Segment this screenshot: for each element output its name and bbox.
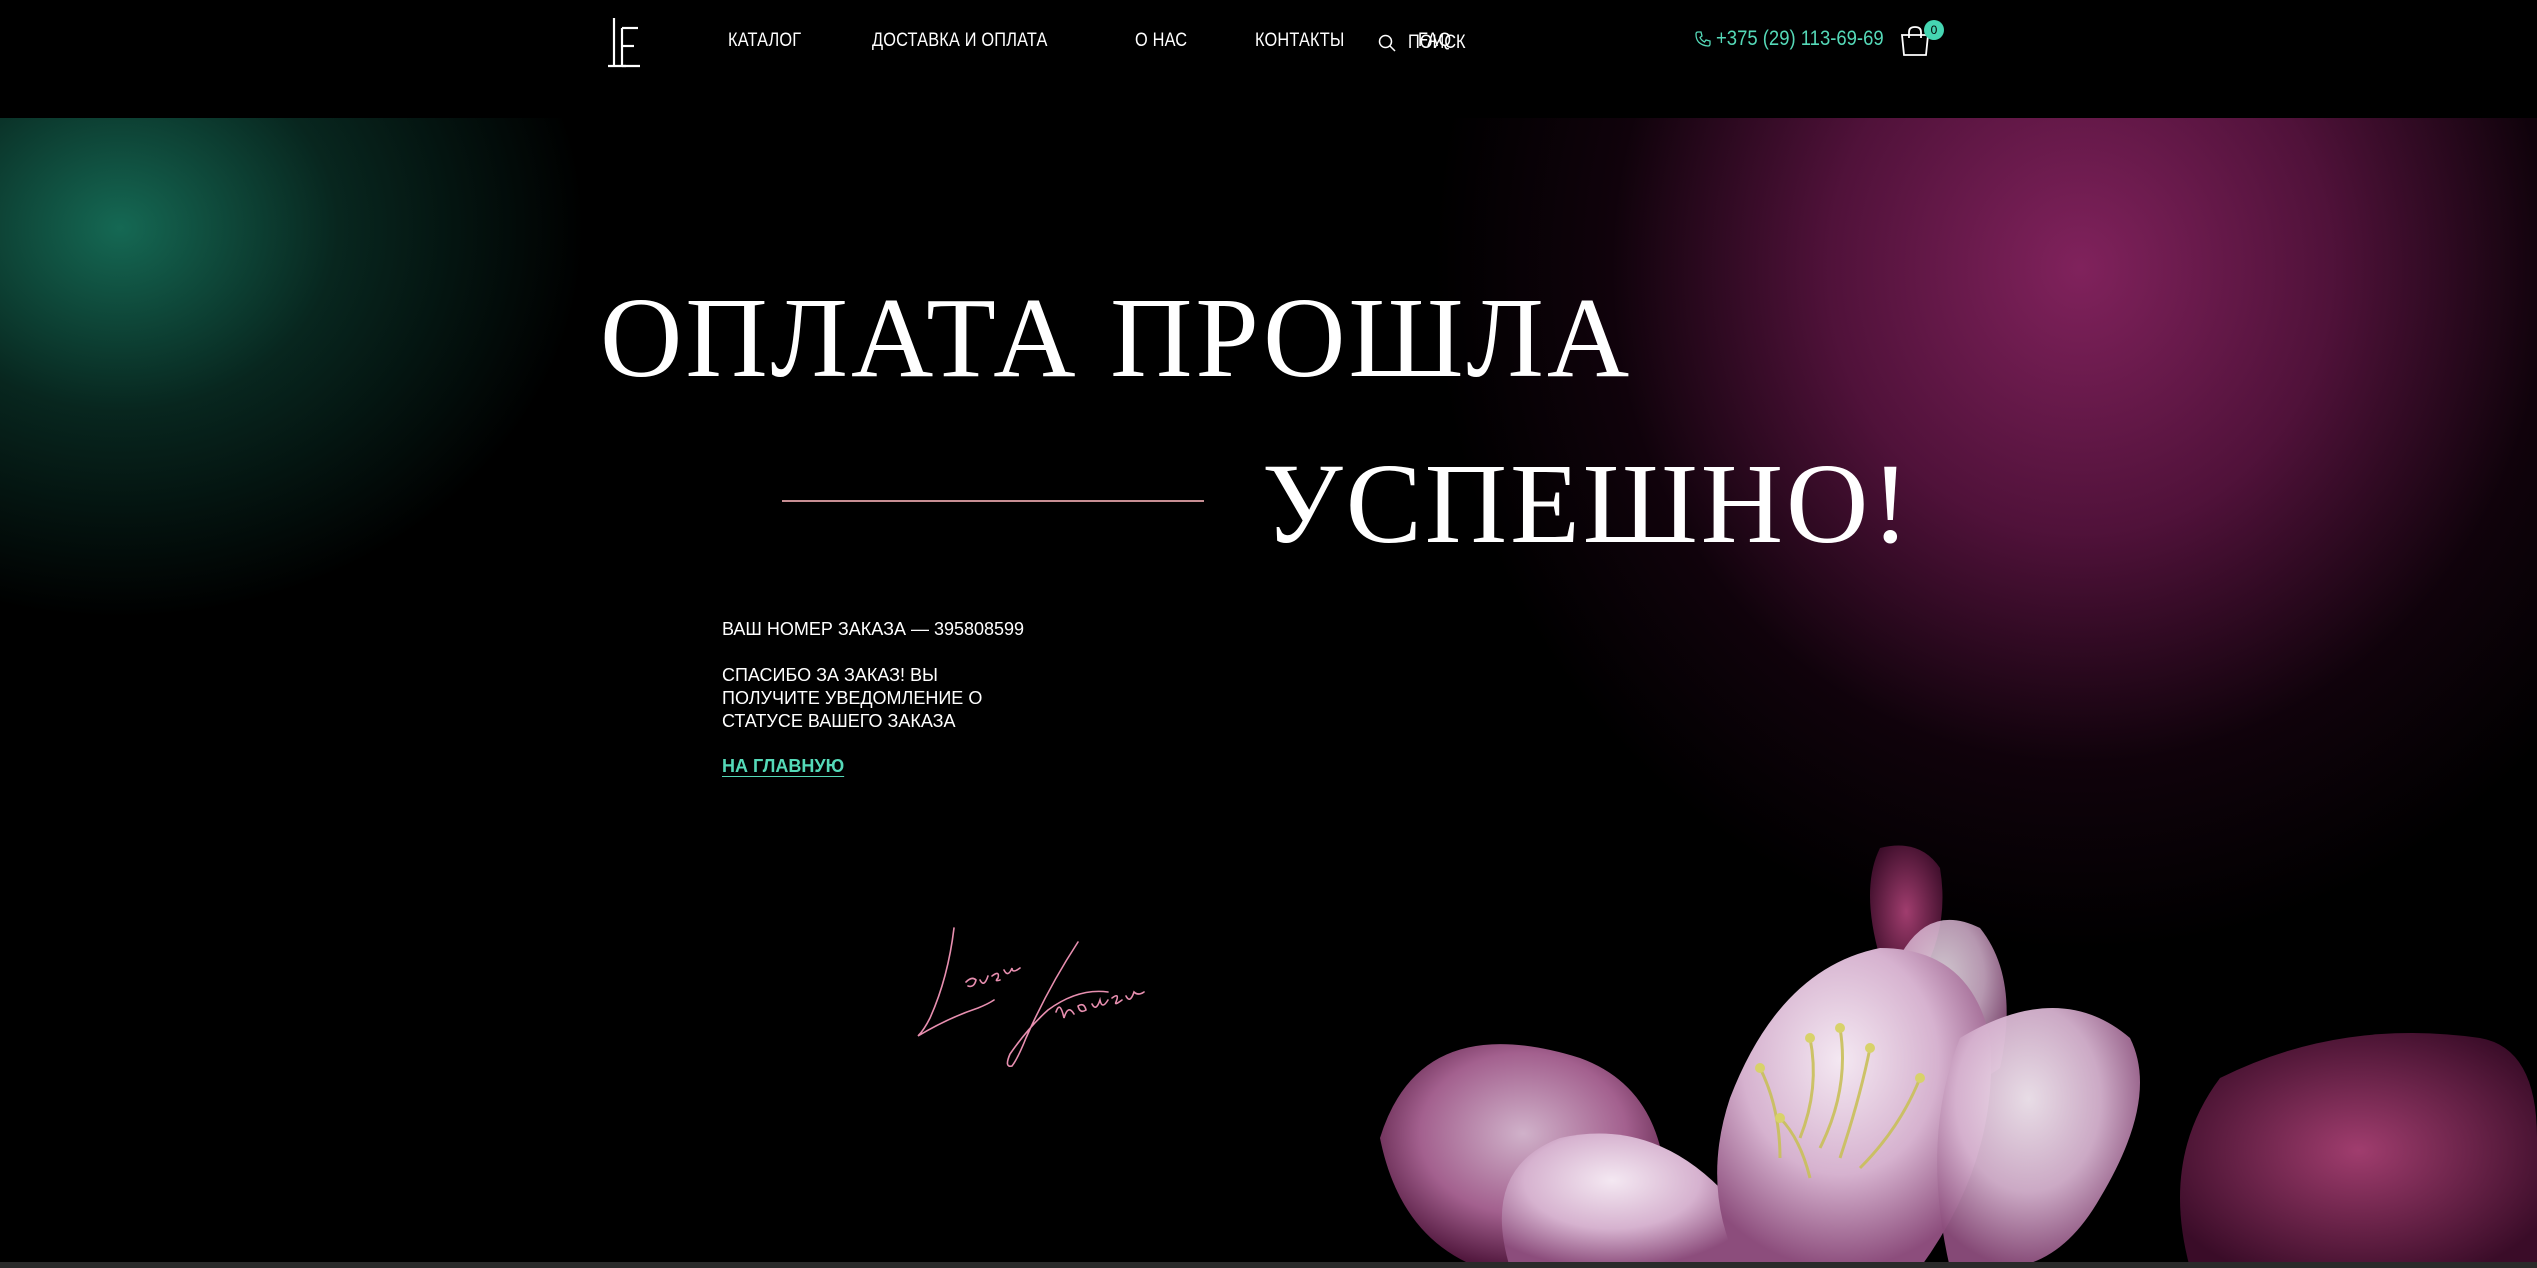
hero-title-line2: УСПЕШНО! xyxy=(1262,440,1913,567)
flower-image xyxy=(1380,845,2537,1268)
nav-catalog[interactable]: КАТАЛОГ xyxy=(728,30,801,52)
nav-about[interactable]: О НАС xyxy=(1135,30,1187,52)
phone-icon xyxy=(1695,31,1711,47)
nav-contacts[interactable]: КОНТАКТЫ xyxy=(1255,30,1345,52)
hero-section: ОПЛАТА ПРОШЛА УСПЕШНО! ВАШ НОМЕР ЗАКАЗА … xyxy=(0,118,2537,1268)
logo[interactable] xyxy=(604,14,644,70)
search-icon xyxy=(1378,34,1396,52)
hero-title-line1: ОПЛАТА ПРОШЛА xyxy=(600,274,1633,401)
order-number-text: ВАШ НОМЕР ЗАКАЗА — 395808599 xyxy=(722,619,1025,639)
site-header: КАТАЛОГ ДОСТАВКА И ОПЛАТА О НАС КОНТАКТЫ… xyxy=(0,0,2537,118)
title-divider xyxy=(782,500,1204,502)
thanks-message: СПАСИБО ЗА ЗАКАЗ! ВЫ ПОЛУЧИТЕ УВЕДОМЛЕНИ… xyxy=(722,665,983,731)
home-link[interactable]: НА ГЛАВНУЮ xyxy=(722,755,844,778)
cart-button[interactable]: 0 xyxy=(1898,20,1944,60)
phone-number: +375 (29) 113-69-69 xyxy=(1716,27,1884,50)
order-info: ВАШ НОМЕР ЗАКАЗА — 395808599 СПАСИБО ЗА … xyxy=(722,618,1052,778)
cart-count-badge: 0 xyxy=(1924,20,1944,40)
nav-delivery-payment[interactable]: ДОСТАВКА И ОПЛАТА xyxy=(872,30,1048,52)
phone-link[interactable]: +375 (29) 113-69-69 xyxy=(1694,27,1907,51)
signature-logo xyxy=(917,927,1145,1068)
search-label: ПОИСК xyxy=(1408,32,1466,53)
payment-success-page: КАТАЛОГ ДОСТАВКА И ОПЛАТА О НАС КОНТАКТЫ… xyxy=(0,0,2537,1268)
search-button[interactable]: ПОИСК xyxy=(1378,32,1475,54)
bottom-bar xyxy=(0,1262,2537,1268)
